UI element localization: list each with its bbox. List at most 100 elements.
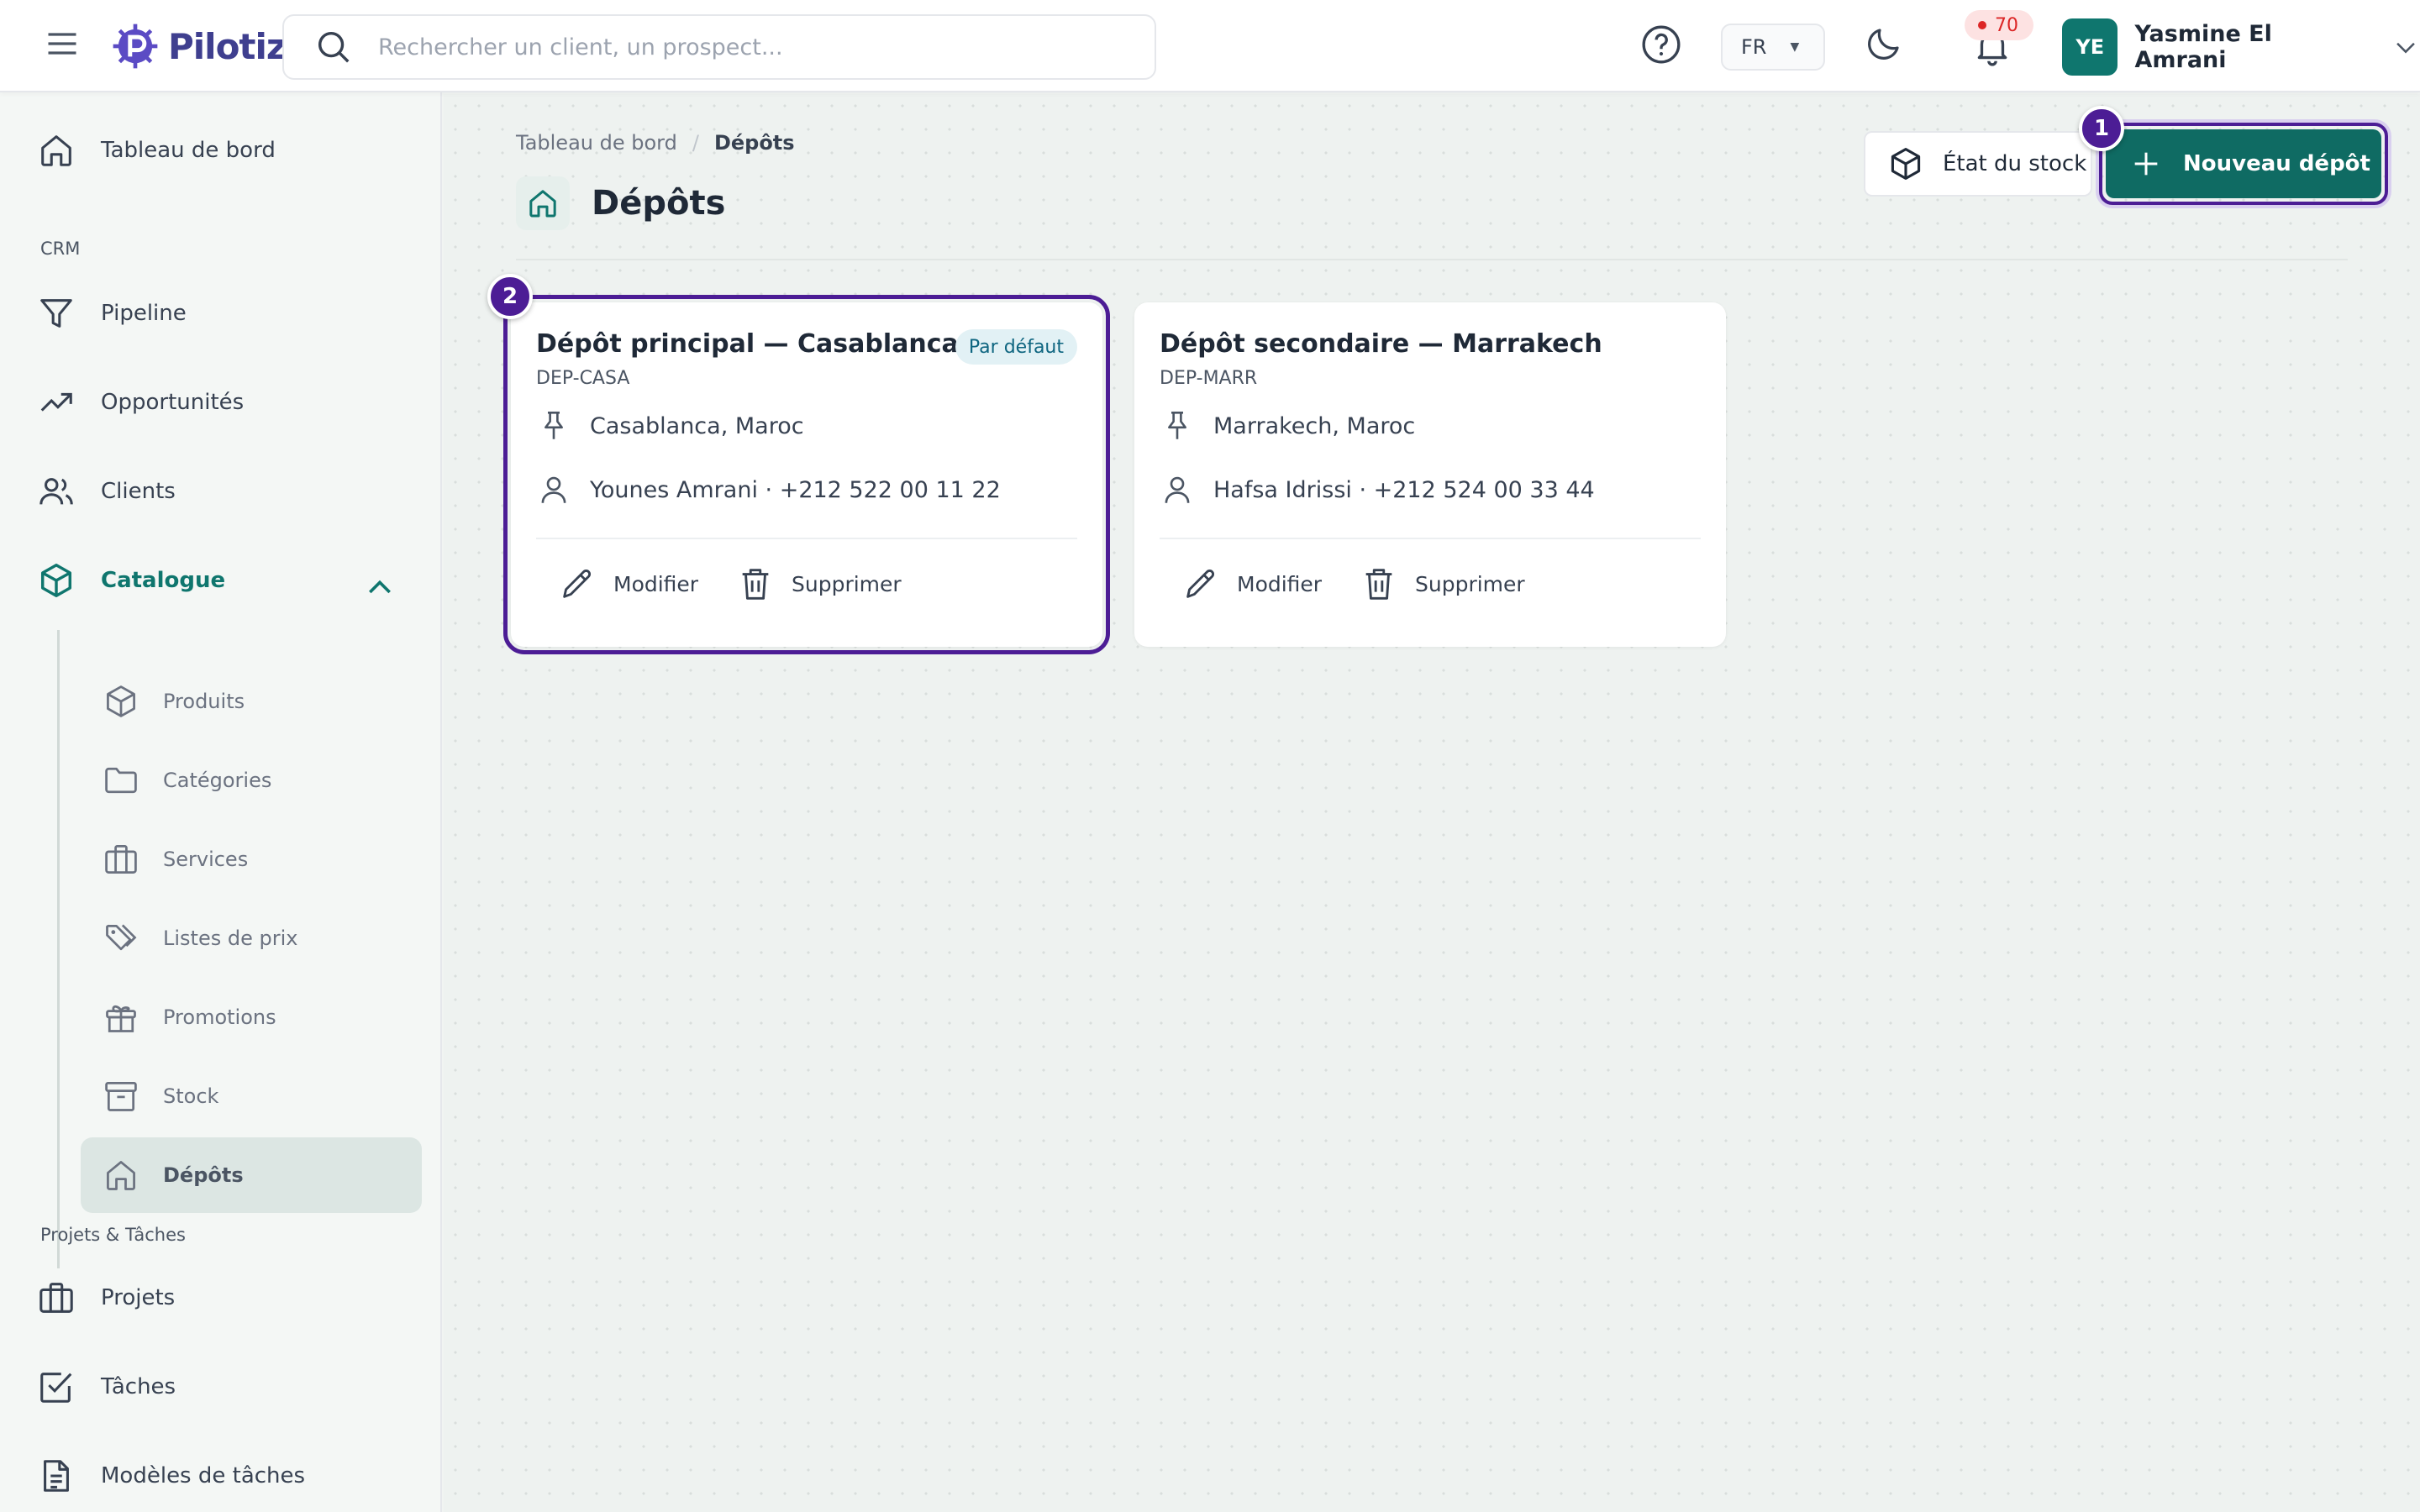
depot-code: DEP-CASA	[536, 368, 630, 389]
divider	[1160, 538, 1701, 539]
cube-icon	[1887, 145, 1924, 182]
depot-contact-text: Hafsa Idrissi · +212 524 00 33 44	[1213, 476, 1595, 503]
sidebar-item-label: Catégories	[163, 769, 272, 792]
home-icon	[516, 176, 570, 230]
delete-button[interactable]: Supprimer	[736, 564, 902, 603]
sidebar-item-opportunites[interactable]: Opportunités	[37, 383, 244, 422]
sidebar-item-taches[interactable]: Tâches	[37, 1368, 176, 1406]
caret-down-icon: ▼	[1790, 40, 1800, 54]
user-icon	[1160, 472, 1195, 507]
sidebar-section-projects: Projets & Tâches	[40, 1225, 186, 1245]
sidebar: Tableau de bord CRM Pipeline Opportunité…	[0, 92, 442, 1512]
cube-icon	[103, 683, 139, 720]
delete-label: Supprimer	[1415, 571, 1525, 596]
depot-location: Marrakech, Maroc	[1160, 408, 1415, 444]
app-name: Pilotiz	[168, 25, 287, 67]
page-header: Dépôts	[516, 176, 725, 230]
user-menu[interactable]: YE Yasmine El Amrani	[2062, 17, 2420, 77]
divider	[536, 538, 1077, 539]
depot-name: Dépôt secondaire — Marrakech	[1160, 329, 1602, 359]
sidebar-item-label: Services	[163, 848, 249, 871]
user-icon	[536, 472, 571, 507]
notification-badge[interactable]: 70	[1965, 10, 2033, 40]
breadcrumb-current: Dépôts	[713, 131, 795, 155]
moon-icon[interactable]	[1864, 24, 1904, 64]
notification-count: 70	[1995, 14, 2018, 36]
search-input[interactable]	[378, 34, 1134, 60]
trash-icon	[1360, 564, 1398, 603]
pencil-icon	[558, 564, 597, 603]
user-name: Yasmine El Amrani	[2134, 21, 2272, 73]
subtree-line	[57, 630, 60, 1268]
briefcase-icon	[37, 1278, 76, 1317]
sidebar-item-modeles-de-taches[interactable]: Modèles de tâches	[37, 1457, 305, 1495]
depot-contact: Younes Amrani · +212 522 00 11 22	[536, 472, 1001, 507]
pin-icon	[1160, 408, 1195, 444]
sidebar-item-produits[interactable]: Produits	[81, 664, 422, 739]
sidebar-item-depots[interactable]: Dépôts	[81, 1137, 422, 1213]
top-bar: Pilotiz FR ▼ 70 YE Yasmine El Amrani	[0, 0, 2420, 92]
step-marker-2: 2	[487, 274, 533, 319]
sidebar-item-pipeline[interactable]: Pipeline	[37, 294, 187, 333]
sidebar-item-promotions[interactable]: Promotions	[81, 979, 422, 1055]
new-depot-button[interactable]: Nouveau dépôt	[2106, 129, 2381, 198]
sidebar-item-clients[interactable]: Clients	[37, 472, 176, 511]
sidebar-item-label: Pipeline	[101, 301, 187, 326]
depot-card[interactable]: Dépôt principal — Casablanca Par défaut …	[503, 295, 1110, 654]
pin-icon	[536, 408, 571, 444]
sidebar-item-label: Tableau de bord	[101, 138, 276, 163]
sidebar-item-label: Tâches	[101, 1374, 176, 1399]
edit-label: Modifier	[613, 571, 699, 596]
home-icon	[103, 1157, 139, 1194]
sidebar-item-label: Opportunités	[101, 390, 245, 415]
tags-icon	[103, 920, 139, 957]
sidebar-item-label: Modèles de tâches	[101, 1463, 306, 1488]
edit-button[interactable]: Modifier	[558, 564, 698, 603]
depot-location-text: Marrakech, Maroc	[1213, 412, 1416, 439]
sidebar-item-stock[interactable]: Stock	[81, 1058, 422, 1134]
help-icon[interactable]	[1640, 24, 1682, 66]
breadcrumb-separator: /	[692, 131, 699, 155]
breadcrumb: Tableau de bord / Dépôts	[516, 131, 795, 155]
divider	[516, 259, 2348, 260]
delete-button[interactable]: Supprimer	[1360, 564, 1525, 603]
depot-code: DEP-MARR	[1160, 368, 1258, 389]
pencil-icon	[1181, 564, 1220, 603]
breadcrumb-link-dashboard[interactable]: Tableau de bord	[516, 131, 677, 155]
trash-icon	[736, 564, 775, 603]
sidebar-item-label: Catalogue	[101, 568, 226, 593]
sidebar-item-label: Stock	[163, 1084, 219, 1108]
sidebar-item-projets[interactable]: Projets	[37, 1278, 175, 1317]
avatar: YE	[2062, 18, 2118, 76]
language-select[interactable]: FR ▼	[1721, 24, 1825, 71]
archive-icon	[103, 1078, 139, 1115]
delete-label: Supprimer	[792, 571, 902, 596]
app-logo[interactable]: Pilotiz	[109, 18, 287, 74]
sidebar-item-catalogue[interactable]: Catalogue	[37, 561, 225, 600]
search-icon	[314, 28, 353, 66]
edit-button[interactable]: Modifier	[1181, 564, 1322, 603]
default-badge: Par défaut	[955, 329, 1077, 365]
gift-icon	[103, 999, 139, 1036]
language-value: FR	[1741, 35, 1767, 59]
search-bar	[282, 14, 1156, 80]
sidebar-item-dashboard[interactable]: Tableau de bord	[37, 131, 276, 170]
step-marker-1: 1	[2079, 106, 2124, 151]
sidebar-item-label: Dépôts	[163, 1163, 244, 1187]
sidebar-item-services[interactable]: Services	[81, 822, 422, 897]
trending-up-icon	[37, 383, 76, 422]
logo-icon	[109, 20, 161, 72]
depot-card[interactable]: Dépôt secondaire — Marrakech DEP-MARR Ma…	[1134, 302, 1726, 647]
plus-icon	[2129, 147, 2163, 181]
depot-location-text: Casablanca, Maroc	[590, 412, 804, 439]
sidebar-item-label: Promotions	[163, 1005, 276, 1029]
checkbox-icon	[37, 1368, 76, 1406]
chevron-up-icon[interactable]	[363, 571, 397, 605]
stock-status-button[interactable]: État du stock	[1864, 131, 2092, 197]
depot-contact: Hafsa Idrissi · +212 524 00 33 44	[1160, 472, 1595, 507]
page-title: Dépôts	[592, 184, 726, 223]
menu-icon[interactable]	[44, 25, 81, 62]
sidebar-item-categories[interactable]: Catégories	[81, 743, 422, 818]
cube-icon	[37, 561, 76, 600]
sidebar-item-listes-de-prix[interactable]: Listes de prix	[81, 900, 422, 976]
